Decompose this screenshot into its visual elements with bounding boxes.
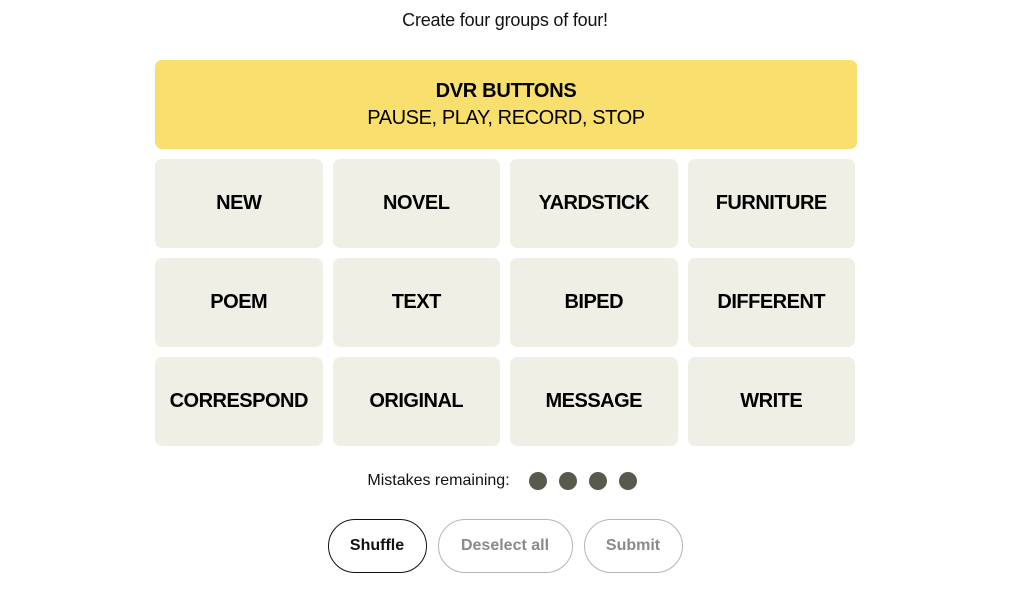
solved-group-title: DVR BUTTONS (435, 79, 577, 102)
submit-button[interactable]: Submit (583, 519, 683, 573)
solved-group-members: PAUSE, PLAY, RECORD, STOP (367, 106, 645, 129)
mistake-dot-icon (618, 472, 637, 490)
word-tile[interactable]: FURNITURE (687, 159, 855, 248)
word-tile[interactable]: WRITE (687, 357, 855, 446)
deselect-all-button[interactable]: Deselect all (437, 519, 573, 573)
word-tile[interactable]: NOVEL (332, 159, 500, 248)
controls: Shuffle Deselect all Submit (0, 519, 1010, 573)
word-grid: NEW NOVEL YARDSTICK FURNITURE POEM TEXT … (155, 159, 857, 446)
subtitle: Create four groups of four! (402, 10, 608, 30)
mistake-dot-icon (558, 472, 577, 490)
word-tile[interactable]: ORIGINAL (332, 357, 500, 446)
mistake-dot-icon (588, 472, 607, 490)
word-tile[interactable]: POEM (155, 258, 323, 347)
word-tile[interactable]: TEXT (332, 258, 500, 347)
word-tile[interactable]: BIPED (510, 258, 678, 347)
game-board: DVR BUTTONS PAUSE, PLAY, RECORD, STOP NE… (155, 60, 857, 446)
solved-group-yellow: DVR BUTTONS PAUSE, PLAY, RECORD, STOP (155, 60, 857, 149)
mistakes-label: Mistakes remaining: (367, 472, 510, 489)
word-tile[interactable]: NEW (155, 159, 323, 248)
mistake-dot-icon (528, 472, 547, 490)
mistakes-remaining: Mistakes remaining: (0, 472, 1010, 490)
word-tile[interactable]: DIFFERENT (687, 258, 855, 347)
word-tile[interactable]: YARDSTICK (510, 159, 678, 248)
word-tile[interactable]: MESSAGE (510, 357, 678, 446)
shuffle-button[interactable]: Shuffle (327, 519, 427, 573)
word-tile[interactable]: CORRESPOND (155, 357, 323, 446)
